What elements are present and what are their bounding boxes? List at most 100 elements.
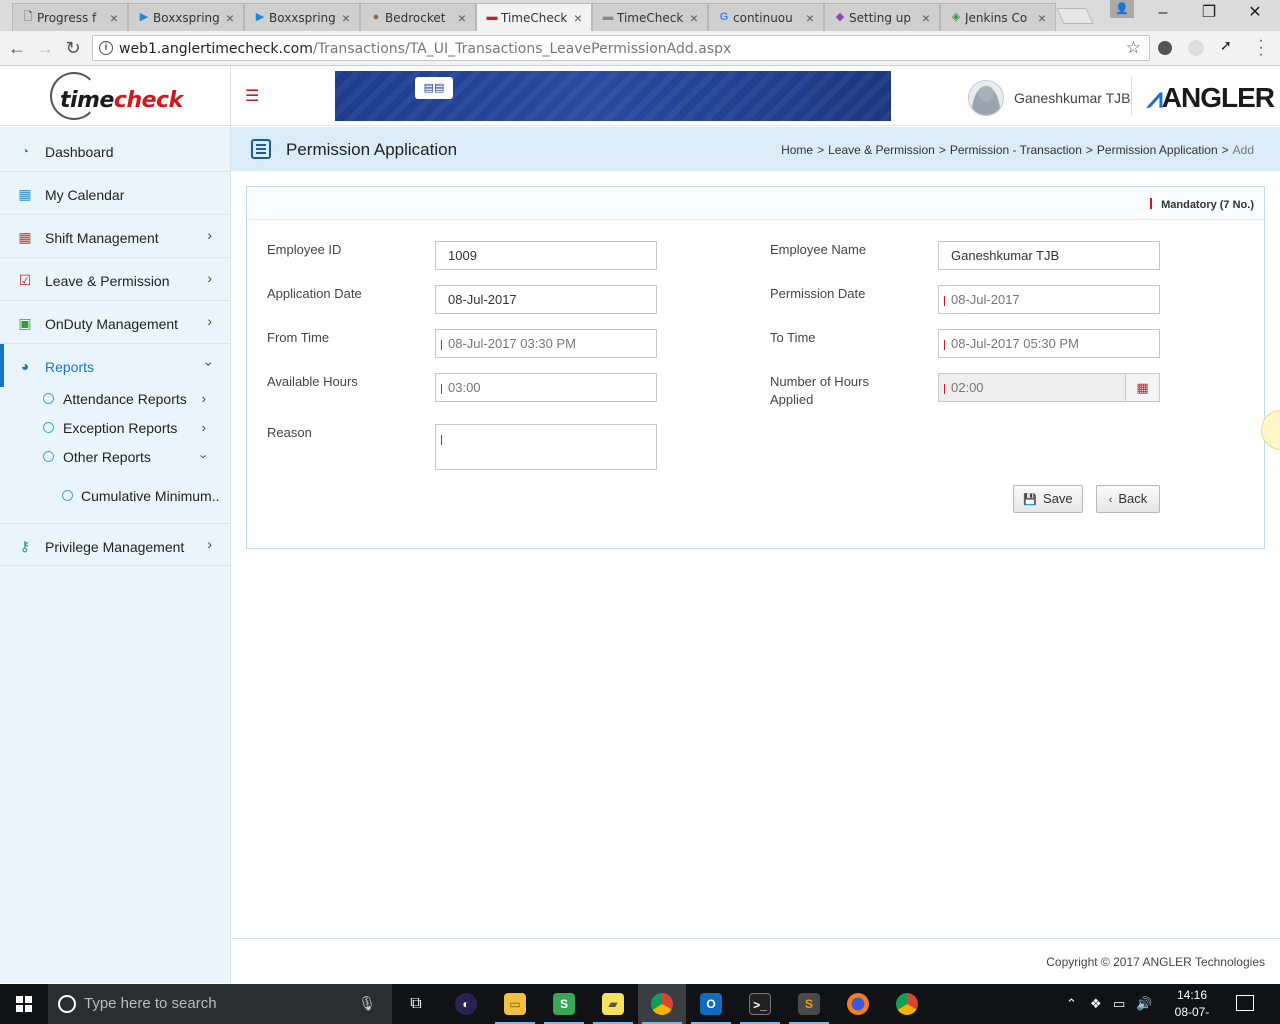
permission-date-field[interactable]: 08-Jul-2017 — [938, 285, 1160, 314]
breadcrumb-permission-application[interactable]: Permission Application — [1097, 143, 1218, 157]
user-name[interactable]: Ganeshkumar TJB — [1014, 90, 1130, 106]
check-square-icon: ☑ — [18, 272, 32, 288]
firefox-app-icon[interactable] — [834, 984, 882, 1024]
microphone-icon[interactable]: 🎙 — [358, 995, 376, 1012]
volume-icon[interactable]: 🔊 — [1136, 996, 1152, 1012]
floppy-disk-icon: 💾 — [1023, 494, 1038, 506]
breadcrumb-home[interactable]: Home — [781, 143, 813, 157]
address-bar[interactable]: i web1.anglertimecheck.com/Transactions/… — [92, 35, 1150, 61]
close-icon[interactable]: × — [687, 10, 701, 26]
sidebar-item-my-calendar[interactable]: ▦ My Calendar — [0, 172, 230, 215]
browser-profile-icon[interactable]: 👤 — [1110, 0, 1134, 18]
taskbar-search[interactable]: Type here to search 🎙 — [48, 984, 392, 1024]
minimize-icon[interactable]: – — [1140, 0, 1186, 28]
to-time-field[interactable]: 08-Jul-2017 05:30 PM — [938, 329, 1160, 358]
browser-tab[interactable]: ▶ Boxxspring × — [244, 3, 360, 31]
close-icon[interactable]: × — [1035, 10, 1049, 26]
sublime-app-icon[interactable]: S — [785, 984, 833, 1024]
save-button[interactable]: 💾 Save — [1013, 485, 1083, 513]
extension-icon[interactable]: ➚ — [1220, 37, 1236, 53]
dropbox-icon[interactable]: ❖ — [1090, 996, 1102, 1012]
start-button[interactable] — [0, 984, 48, 1024]
sticky-notes-icon[interactable]: ▰ — [589, 984, 637, 1024]
chrome-app-icon[interactable] — [638, 984, 686, 1024]
forward-arrow-icon[interactable]: → — [34, 37, 56, 59]
from-time-field[interactable]: 08-Jul-2017 03:30 PM — [435, 329, 657, 358]
browser-tab[interactable]: ▶ Boxxspring × — [128, 3, 244, 31]
reload-icon[interactable]: ↻ — [62, 37, 84, 59]
sidebar-subitem-cumulative-minimum[interactable]: Cumulative Minimum.. — [0, 482, 230, 510]
chevron-down-icon: › — [196, 454, 212, 459]
window-close-icon[interactable]: ✕ — [1232, 0, 1278, 28]
restore-icon[interactable]: ❐ — [1186, 0, 1232, 28]
tray-chevron-up-icon[interactable]: ⌃ — [1066, 996, 1077, 1012]
page-icon: 🗋 — [23, 11, 33, 23]
browser-tab[interactable]: ● Bedrocket × — [360, 3, 476, 31]
browser-tab[interactable]: 🗋 Progress f × — [12, 3, 128, 31]
terminal-app-icon[interactable]: >_ — [736, 984, 784, 1024]
back-arrow-icon[interactable]: ← — [6, 37, 28, 59]
sidebar-item-onduty-management[interactable]: ▣ OnDuty Management › — [0, 301, 230, 344]
task-view-icon[interactable]: ⧉ — [392, 984, 440, 1024]
hamburger-menu-icon[interactable]: ☰ — [245, 86, 259, 106]
extension-icon[interactable] — [1158, 41, 1172, 55]
outlook-app-icon[interactable]: O — [687, 984, 735, 1024]
employee-name-field[interactable]: Ganeshkumar TJB — [938, 241, 1160, 270]
slack-app-icon[interactable]: S — [540, 984, 588, 1024]
server-icon: ▤▤ — [415, 77, 453, 99]
close-icon[interactable]: × — [571, 10, 585, 26]
eclipse-app-icon[interactable]: ◐ — [442, 984, 490, 1024]
bookmark-star-icon[interactable]: ☆ — [1126, 38, 1141, 58]
close-icon[interactable]: × — [223, 10, 237, 26]
breadcrumb-current: Add — [1232, 143, 1254, 157]
calculator-button[interactable]: ▦ — [1125, 373, 1160, 402]
application-date-field[interactable]: 08-Jul-2017 — [435, 285, 657, 314]
circle-icon — [43, 422, 54, 433]
tab-title: Progress f — [37, 10, 97, 25]
browser-tab[interactable]: ◆ Setting up × — [824, 3, 940, 31]
info-icon[interactable]: i — [99, 41, 113, 55]
sidebar-item-dashboard[interactable]: ◔ Dashboard — [0, 129, 230, 172]
sidebar-subitem-attendance-reports[interactable]: Attendance Reports › — [0, 385, 230, 413]
sidebar-item-leave-permission[interactable]: ☑ Leave & Permission › — [0, 258, 230, 301]
sidebar-item-label: Privilege Management — [45, 539, 185, 555]
clock-date: 08-07-2017 — [1174, 1005, 1210, 1024]
new-tab-button[interactable] — [1056, 8, 1094, 24]
reason-textarea[interactable] — [435, 424, 657, 470]
browser-menu-icon[interactable]: · · · — [1256, 33, 1266, 63]
available-hours-field[interactable]: 03:00 — [435, 373, 657, 402]
sidebar-item-shift-management[interactable]: ▦ Shift Management › — [0, 215, 230, 258]
back-button[interactable]: ‹ Back — [1096, 485, 1160, 513]
extension-icon[interactable] — [1188, 40, 1204, 56]
sidebar-item-reports[interactable]: ◕ Reports › — [0, 344, 230, 387]
close-icon[interactable]: × — [919, 10, 933, 26]
close-icon[interactable]: × — [803, 10, 817, 26]
taskbar-clock[interactable]: 14:16 08-07-2017 — [1162, 987, 1222, 1024]
sidebar-item-label: Leave & Permission — [45, 273, 170, 289]
chrome-app-icon-2[interactable] — [883, 984, 931, 1024]
user-avatar[interactable] — [968, 80, 1004, 116]
permission-date-label: Permission Date — [770, 286, 866, 301]
search-placeholder: Type here to search — [84, 995, 217, 1012]
browser-tab-active[interactable]: ▬ TimeCheck × — [476, 3, 592, 31]
tab-title: Boxxspring — [269, 10, 336, 25]
employee-name-label: Employee Name — [770, 242, 867, 257]
employee-id-field[interactable]: 1009 — [435, 241, 657, 270]
timecheck-logo[interactable]: timecheck — [0, 66, 231, 126]
copyright-text: Copyright © 2017 ANGLER Technologies — [1046, 955, 1265, 969]
sidebar-item-privilege-management[interactable]: ⚷ Privilege Management › — [0, 523, 230, 566]
breadcrumb-leave-permission[interactable]: Leave & Permission — [828, 143, 935, 157]
mandatory-marker — [1150, 198, 1153, 209]
action-center-icon[interactable] — [1236, 995, 1254, 1011]
browser-tab[interactable]: G continuou × — [708, 3, 824, 31]
sidebar-subitem-other-reports[interactable]: Other Reports › — [0, 443, 230, 471]
file-explorer-icon[interactable]: ▭ — [491, 984, 539, 1024]
browser-tab[interactable]: ▬ TimeCheck × — [592, 3, 708, 31]
breadcrumb-permission-transaction[interactable]: Permission - Transaction — [950, 143, 1082, 157]
close-icon[interactable]: × — [339, 10, 353, 26]
browser-tab[interactable]: ◈ Jenkins Co × — [940, 3, 1056, 31]
close-icon[interactable]: × — [107, 10, 121, 26]
sidebar-subitem-exception-reports[interactable]: Exception Reports › — [0, 414, 230, 442]
close-icon[interactable]: × — [455, 10, 469, 26]
network-icon[interactable]: ▭ — [1113, 996, 1125, 1012]
